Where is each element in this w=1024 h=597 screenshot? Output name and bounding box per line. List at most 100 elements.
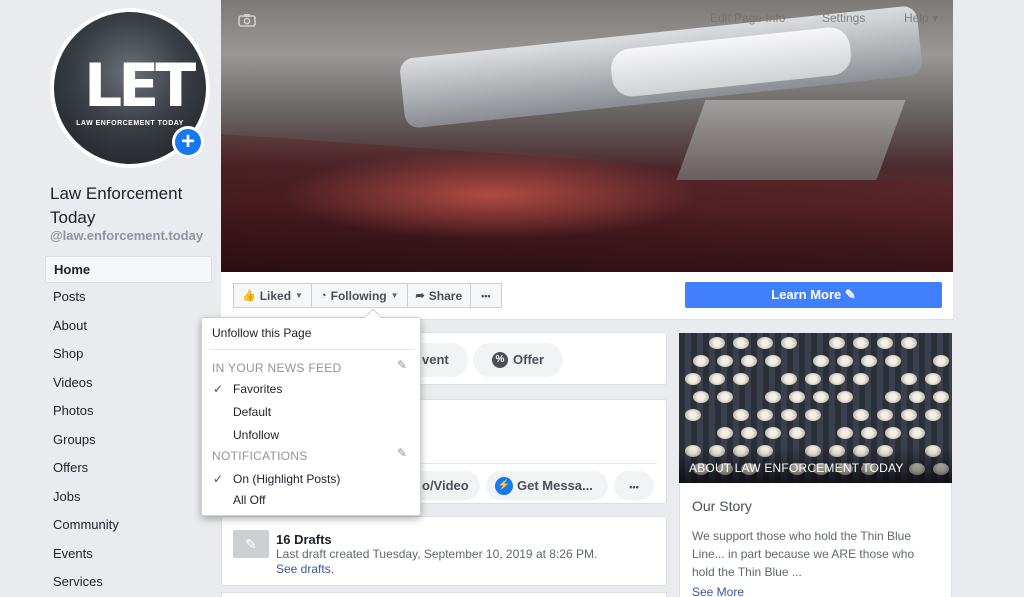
hat-shape bbox=[909, 427, 925, 439]
drafts-title[interactable]: 16 Drafts bbox=[276, 532, 332, 547]
next-card-top bbox=[221, 592, 667, 597]
offer-label: Offer bbox=[513, 352, 545, 367]
see-drafts-link[interactable]: See drafts. bbox=[276, 562, 334, 576]
photo-video-label: o/Video bbox=[422, 478, 469, 493]
about-title[interactable]: ABOUT LAW ENFORCEMENT TODAY bbox=[689, 461, 904, 475]
more-options-button[interactable]: ••• bbox=[470, 283, 502, 308]
sidebar-item-services[interactable]: Services bbox=[45, 569, 212, 597]
following-label: Following bbox=[330, 288, 387, 303]
offer-icon: % bbox=[492, 352, 508, 368]
hat-shape bbox=[837, 427, 853, 439]
hat-shape bbox=[885, 355, 901, 367]
hat-shape bbox=[837, 391, 853, 403]
cover-lightbar-base bbox=[676, 100, 906, 180]
rss-icon: ◔ bbox=[319, 289, 327, 302]
hat-shape bbox=[741, 355, 757, 367]
hat-shape bbox=[717, 427, 733, 439]
hat-shape bbox=[829, 337, 845, 349]
more-icon: ••• bbox=[481, 290, 491, 301]
hat-shape bbox=[877, 409, 893, 421]
pencil-icon: ✎ bbox=[233, 530, 269, 558]
page-handle[interactable]: @law.enforcement.today bbox=[50, 228, 203, 243]
learn-more-button[interactable]: Learn More ✎ bbox=[685, 282, 942, 308]
news-feed-heading: IN YOUR NEWS FEED bbox=[212, 361, 342, 375]
hat-shape bbox=[901, 409, 917, 421]
hat-shape bbox=[933, 355, 949, 367]
hat-shape bbox=[805, 373, 821, 385]
drafts-subtitle-text: Last draft created Tuesday, September 10… bbox=[276, 547, 598, 561]
sidebar-item-home[interactable]: Home bbox=[45, 256, 212, 283]
sidebar-item-jobs[interactable]: Jobs bbox=[45, 484, 212, 513]
hat-shape bbox=[789, 427, 805, 439]
action-button-group: 👍 Liked ▼ ◔ Following ▼ ➦ Share ••• bbox=[233, 283, 502, 308]
all-off-item[interactable]: All Off bbox=[233, 493, 265, 507]
add-profile-photo-button[interactable]: + bbox=[172, 126, 204, 158]
hat-shape bbox=[901, 337, 917, 349]
hat-shape bbox=[781, 373, 797, 385]
thumbs-up-icon: 👍 bbox=[242, 290, 256, 302]
edit-page-info-link[interactable]: Edit Page Info bbox=[710, 11, 785, 25]
hat-shape bbox=[853, 337, 869, 349]
sidebar-item-about[interactable]: About bbox=[45, 313, 212, 342]
offer-button[interactable]: % Offer bbox=[473, 343, 563, 377]
cover-glow bbox=[281, 150, 701, 240]
get-messages-button[interactable]: ⚡ Get Messa... bbox=[486, 471, 608, 500]
hat-shape bbox=[709, 337, 725, 349]
hat-shape bbox=[733, 409, 749, 421]
hat-shape bbox=[925, 409, 941, 421]
logo-letters: LET bbox=[84, 51, 196, 121]
hat-shape bbox=[717, 391, 733, 403]
sidebar-item-events[interactable]: Events bbox=[45, 541, 212, 570]
our-story-heading: Our Story bbox=[692, 498, 752, 514]
liked-button[interactable]: 👍 Liked ▼ bbox=[233, 283, 312, 308]
pencil-icon[interactable]: ✎ bbox=[397, 446, 407, 460]
event-label: vent bbox=[422, 352, 449, 367]
see-more-link[interactable]: See More bbox=[692, 585, 744, 597]
hat-shape bbox=[741, 427, 757, 439]
highlight-posts-item[interactable]: On (Highlight Posts) bbox=[233, 472, 340, 486]
help-link[interactable]: Help ▾ bbox=[904, 11, 938, 25]
hat-shape bbox=[757, 337, 773, 349]
cover-photo[interactable] bbox=[221, 0, 953, 272]
share-arrow-icon: ➦ bbox=[415, 290, 425, 302]
camera-icon[interactable] bbox=[238, 13, 256, 27]
hat-shape bbox=[757, 409, 773, 421]
following-dropdown-menu: Unfollow this Page IN YOUR NEWS FEED ✎ ✓… bbox=[201, 308, 421, 516]
unfollow-item[interactable]: Unfollow bbox=[233, 428, 279, 442]
following-button[interactable]: ◔ Following ▼ bbox=[310, 283, 408, 308]
favorites-item[interactable]: Favorites bbox=[233, 382, 282, 396]
unfollow-page-item[interactable]: Unfollow this Page bbox=[212, 326, 311, 340]
settings-link[interactable]: Settings bbox=[822, 11, 865, 25]
hat-shape bbox=[781, 337, 797, 349]
sidebar-item-groups[interactable]: Groups bbox=[45, 427, 212, 456]
page-action-bar: 👍 Liked ▼ ◔ Following ▼ ➦ Share ••• Lear… bbox=[221, 272, 953, 320]
plus-icon: + bbox=[175, 129, 201, 155]
hat-shape bbox=[693, 391, 709, 403]
hat-shape bbox=[829, 373, 845, 385]
page-name: Law Enforcement Today bbox=[50, 184, 183, 227]
hat-shape bbox=[877, 337, 893, 349]
hat-shape bbox=[853, 409, 869, 421]
default-item[interactable]: Default bbox=[233, 405, 271, 419]
sidebar-item-photos[interactable]: Photos bbox=[45, 398, 212, 427]
hat-shape bbox=[733, 337, 749, 349]
share-button[interactable]: ➦ Share bbox=[406, 283, 472, 308]
sidebar-item-videos[interactable]: Videos bbox=[45, 370, 212, 399]
hat-shape bbox=[789, 391, 805, 403]
messenger-icon: ⚡ bbox=[495, 477, 513, 495]
pencil-icon[interactable]: ✎ bbox=[397, 358, 407, 372]
hat-shape bbox=[853, 373, 869, 385]
our-story-body: We support those who hold the Thin Blue … bbox=[692, 529, 915, 579]
drafts-subtitle: Last draft created Tuesday, September 10… bbox=[276, 547, 616, 577]
check-icon: ✓ bbox=[213, 472, 224, 486]
notifications-heading: NOTIFICATIONS bbox=[212, 449, 308, 463]
sidebar-item-community[interactable]: Community bbox=[45, 512, 212, 541]
composer-more-button[interactable]: ••• bbox=[614, 471, 654, 500]
sidebar-item-posts[interactable]: Posts bbox=[45, 284, 212, 313]
sidebar-item-offers[interactable]: Offers bbox=[45, 455, 212, 484]
hat-shape bbox=[813, 391, 829, 403]
hat-shape bbox=[861, 427, 877, 439]
profile-avatar-frame[interactable]: LET LAW ENFORCEMENT TODAY + bbox=[50, 8, 210, 168]
sidebar-item-shop[interactable]: Shop bbox=[45, 341, 212, 370]
liked-label: Liked bbox=[259, 288, 292, 303]
